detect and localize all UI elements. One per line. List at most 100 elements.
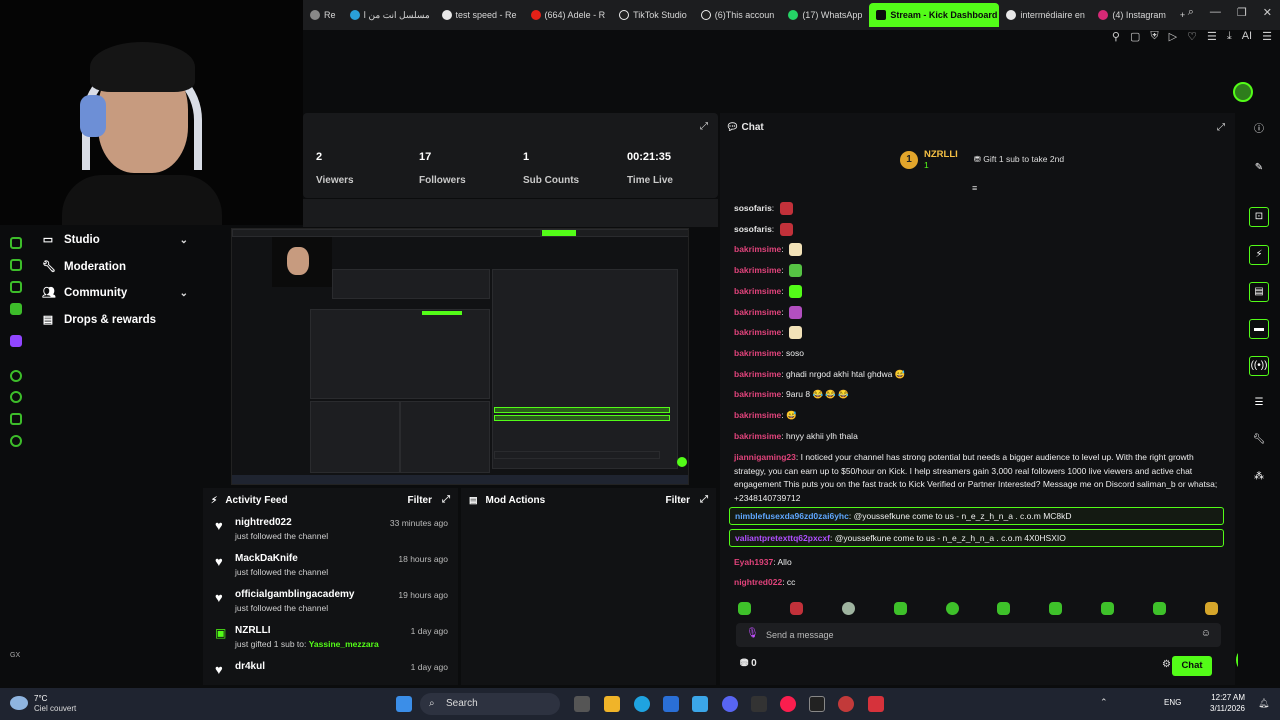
browser-tab[interactable]: test speed - Re [435,3,524,27]
menu-icon[interactable]: ☰ [1207,30,1217,43]
chat-username[interactable]: bakrimsime [734,265,781,275]
emote-icon[interactable] [1101,602,1115,615]
browser-tab-active[interactable]: Stream - Kick Dashboard [869,3,1000,27]
chat-username[interactable]: sosofaris [734,203,772,213]
chat-username[interactable]: bakrimsime [734,327,781,337]
broadcast-icon[interactable]: ((•)) [1249,356,1269,376]
browser-tab[interactable]: (664) Adele - R [524,3,613,27]
clock-time[interactable]: 12:27 AM [1205,693,1245,702]
tray-chevron-icon[interactable]: ⌃ [1100,697,1108,708]
search-icon[interactable]: ⌕ [1188,6,1194,19]
lightning-icon[interactable]: ⚡︎ [1249,245,1269,265]
emote-icon[interactable] [841,602,855,615]
clipboard-icon[interactable]: ▤ [1249,282,1269,302]
nodes-icon[interactable]: ⁂ [1249,468,1269,488]
chat-bubble-icon[interactable]: ▬ [1249,319,1269,339]
taskbar-search[interactable]: ⌕ Search [420,693,560,715]
stream-preview[interactable] [231,228,689,485]
chevron-down-icon[interactable]: ⌄ [180,288,188,299]
chat-username[interactable]: bakrimsime [734,286,781,296]
send-chat-button[interactable]: Chat [1172,656,1212,676]
channel-points[interactable]: ⛃ 0 [740,658,757,669]
clock-date[interactable]: 3/11/2026 [1200,704,1245,713]
chat-filter-icon[interactable]: ≡ [972,183,977,193]
pin-icon[interactable]: ⚲ [1112,30,1120,43]
nav-item-community[interactable]: 👥︎ Community ⌄ [32,280,202,307]
nav-item-studio[interactable]: ▭ Studio ⌄ [32,227,202,254]
epic-games-icon[interactable] [751,696,767,712]
store-icon[interactable] [663,696,679,712]
browser-tab[interactable]: (4) Instagram [1091,3,1173,27]
emote-icon[interactable] [738,602,751,615]
browser-tab[interactable]: Re [303,3,343,27]
browser-tab[interactable]: TikTok Studio [612,3,694,27]
microphone-icon[interactable]: 🎙︎ [746,628,759,639]
chat-username[interactable]: nightred022 [734,577,782,587]
expand-icon[interactable]: ⤢ [700,121,708,132]
browser-tab[interactable]: (6)This accoun [694,3,782,27]
browser-tab[interactable]: مسلسل انت من ا [343,3,435,27]
dashboard-icon[interactable] [10,237,22,249]
chat-username[interactable]: sosofaris [734,224,772,234]
chat-settings-icon[interactable]: ⚙ [1162,659,1171,670]
app-icon[interactable] [692,696,708,712]
emote-icon[interactable] [945,602,959,615]
play-icon[interactable]: ▷ [1169,30,1177,43]
mod-filter-button[interactable]: Filter [666,495,690,506]
chat-username[interactable]: jiannigaming23 [734,452,796,462]
stats-icon[interactable] [10,259,22,271]
chat-username[interactable]: valiantpretexttq62pxcxf [735,533,830,543]
settings-icon[interactable] [10,435,22,447]
extensions-icon[interactable] [10,413,22,425]
screen-capture-icon[interactable]: ⊡ [1249,207,1269,227]
chat-username[interactable]: bakrimsime [734,369,781,379]
download-icon[interactable]: ⤓ [1227,30,1232,43]
weather-cloud-icon[interactable] [10,696,28,710]
maximize-icon[interactable]: ❐ [1237,6,1247,19]
kick-rail-icon[interactable] [10,303,22,315]
ai-button[interactable]: AI [1242,30,1252,43]
emote-icon[interactable] [1204,602,1218,615]
snapshot-icon[interactable]: ▢ [1130,30,1140,43]
layers-icon[interactable] [10,281,22,293]
browser-tab[interactable]: intermédiaire en [999,3,1091,27]
emote-icon[interactable] [997,602,1011,615]
nav-item-drops-rewards[interactable]: ▤ Drops & rewards [32,307,202,334]
pencil-icon[interactable]: ✎ [1249,159,1269,179]
chat-username[interactable]: bakrimsime [734,410,781,420]
windows-start-icon[interactable] [396,696,412,712]
language-indicator[interactable]: ENG [1164,698,1181,707]
capcut-icon[interactable] [868,696,884,712]
opera-gx-icon[interactable] [780,696,796,712]
chat-username[interactable]: nimblefusexda96zd0zai6yhc [735,511,849,521]
chat-username[interactable]: bakrimsime [734,244,781,254]
more-icon[interactable]: ☰ [1262,30,1272,43]
edge-icon[interactable] [634,696,650,712]
notifications-icon[interactable]: 🔔︎ [1258,698,1269,709]
wrench-icon[interactable]: 🔧︎ [1249,431,1269,451]
twitch-icon[interactable] [10,335,22,347]
close-icon[interactable]: ✕ [1263,6,1272,19]
profile-avatar[interactable] [1233,82,1253,102]
expand-icon[interactable]: ⤢ [442,494,450,505]
chat-username[interactable]: bakrimsime [734,348,781,358]
clock-icon[interactable] [10,391,22,403]
nav-item-moderation[interactable]: 🔧︎ Moderation [32,254,202,281]
emote-icon[interactable] [1153,602,1166,615]
chat-username[interactable]: Eyah1937 [734,557,773,567]
activity-filter-button[interactable]: Filter [408,495,432,506]
minimize-icon[interactable]: — [1210,6,1221,19]
emote-icon[interactable] [789,602,803,615]
app-icon[interactable] [838,696,854,712]
heart-icon[interactable]: ♡ [1187,30,1197,43]
chat-username[interactable]: bakrimsime [734,389,781,399]
emote-icon[interactable] [893,602,907,615]
chat-username[interactable]: bakrimsime [734,307,781,317]
expand-icon[interactable]: ⤢ [700,494,708,505]
browser-tab[interactable]: (17) WhatsApp [781,3,869,27]
gift-sub-button[interactable]: ⛃ Gift 1 sub to take 2nd [974,154,1064,165]
layout-icon[interactable]: ☰ [1249,394,1269,414]
info-icon[interactable]: ⓘ [1249,121,1269,141]
unreal-icon[interactable] [809,696,825,712]
chat-username[interactable]: bakrimsime [734,431,781,441]
